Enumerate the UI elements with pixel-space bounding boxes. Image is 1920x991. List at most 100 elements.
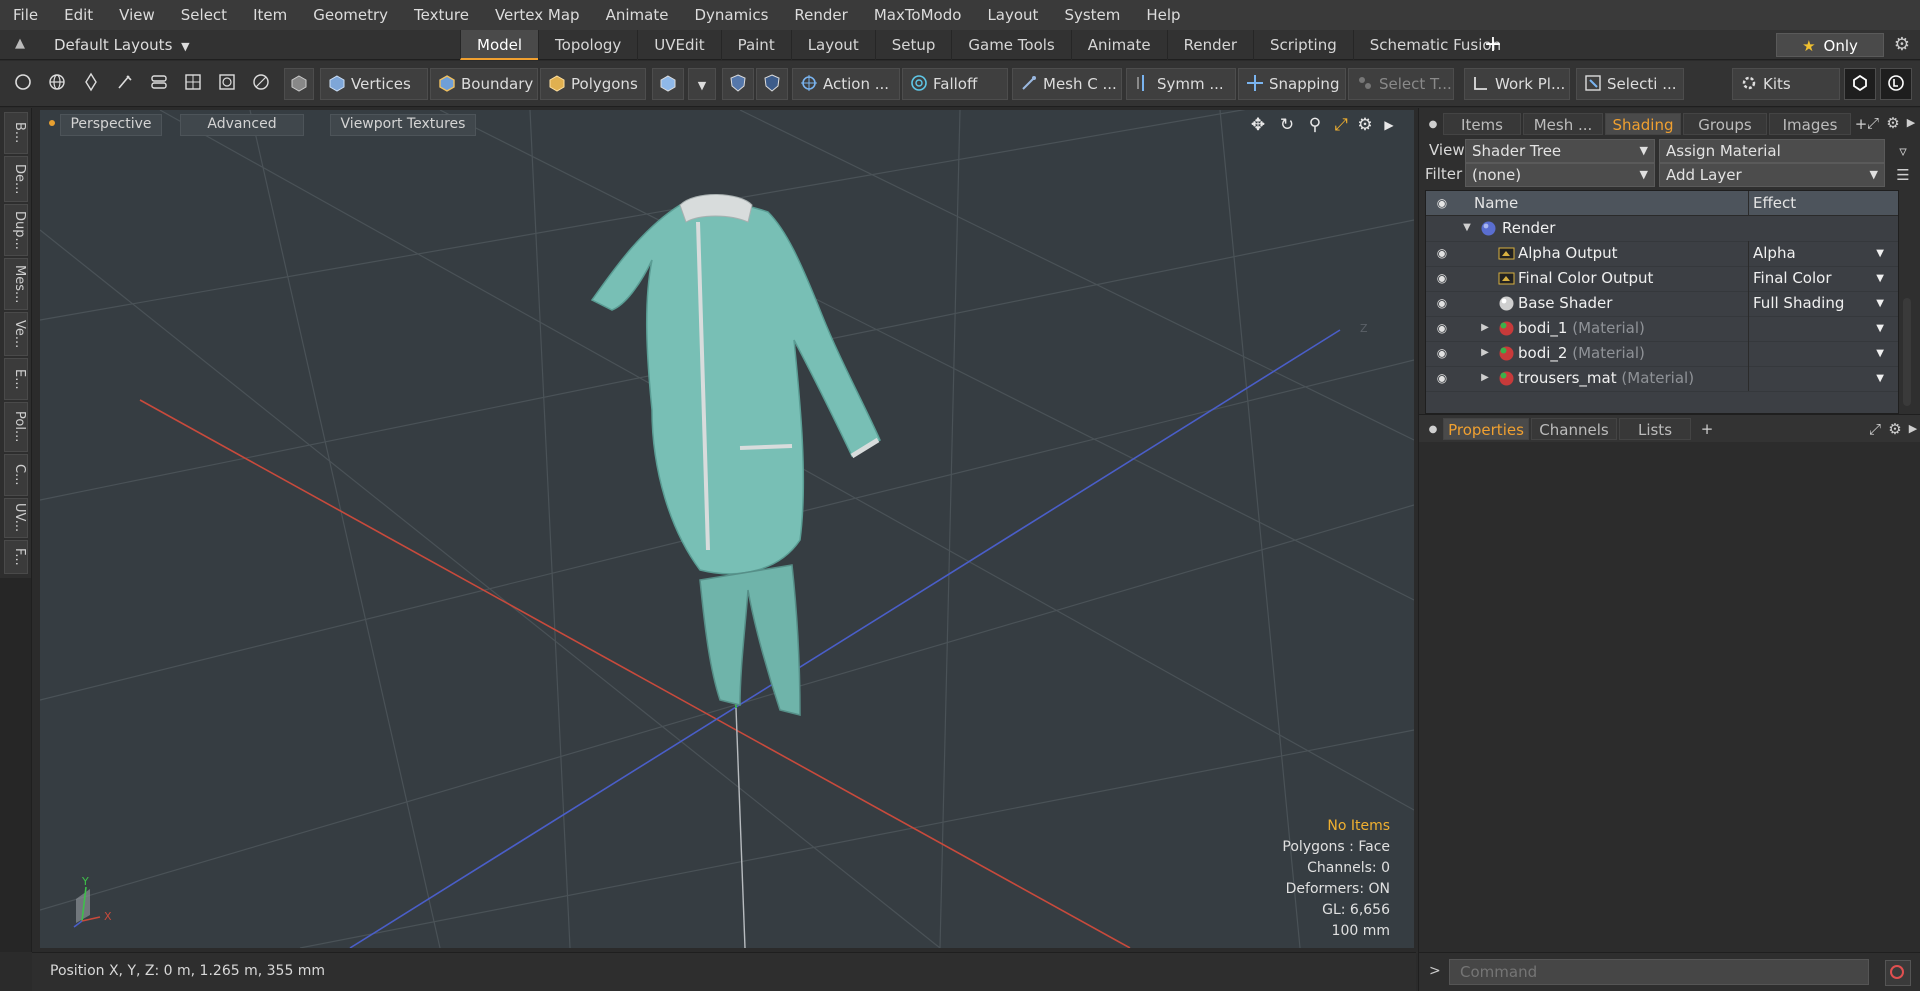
left-tab-basic[interactable]: B... (4, 112, 28, 154)
symmetry-shield-icon[interactable] (722, 68, 754, 100)
menu-item[interactable]: Item (240, 0, 300, 30)
tree-row-base-shader[interactable]: ◉ Base Shader Full Shading ▼ (1426, 291, 1898, 317)
mesh-constraint-button[interactable]: Mesh C ... (1012, 68, 1122, 100)
3d-viewport[interactable]: Perspective Advanced Viewport Textures ✥… (40, 110, 1414, 948)
maximize-viewport-icon[interactable]: ⤢ (1330, 114, 1352, 136)
command-input[interactable] (1449, 959, 1869, 985)
effect-dropdown[interactable]: Full Shading ▼ (1748, 291, 1888, 316)
add-layer-dropdown[interactable]: Add Layer ▼ (1659, 163, 1885, 187)
tree-scrollbar[interactable] (1903, 298, 1911, 406)
tab-scripting[interactable]: Scripting (1253, 30, 1353, 60)
pan-move-icon[interactable]: ✥ (1247, 114, 1269, 136)
expand-right-icon[interactable]: ▶ (1478, 320, 1492, 336)
effect-dropdown[interactable]: Alpha ▼ (1748, 241, 1888, 266)
loop-icon[interactable] (144, 68, 174, 100)
effect-dropdown[interactable]: Final Color ▼ (1748, 266, 1888, 291)
menu-texture[interactable]: Texture (401, 0, 482, 30)
tab-game-tools[interactable]: Game Tools (951, 30, 1070, 60)
assign-material-dropdown[interactable]: Assign Material (1659, 139, 1885, 163)
menu-help[interactable]: Help (1133, 0, 1193, 30)
menu-vertex-map[interactable]: Vertex Map (482, 0, 593, 30)
panel-gear-icon[interactable]: ⚙ (1883, 113, 1903, 133)
tab-model[interactable]: Model (460, 30, 539, 60)
globe-icon[interactable] (42, 68, 72, 100)
tab-shading[interactable]: Shading (1605, 113, 1681, 135)
tab-uvedit[interactable]: UVEdit (637, 30, 720, 60)
menu-file[interactable]: File (0, 0, 51, 30)
work-plane-button[interactable]: Work Pl... (1464, 68, 1570, 100)
material-mode-icon[interactable] (652, 68, 684, 100)
tab-topology[interactable]: Topology (538, 30, 637, 60)
left-tab-mesh-edit[interactable]: Mes... (4, 258, 28, 310)
tab-animate[interactable]: Animate (1070, 30, 1167, 60)
add-tab-button[interactable]: + (1480, 32, 1506, 58)
circle-select-icon[interactable] (8, 68, 38, 100)
menu-geometry[interactable]: Geometry (300, 0, 401, 30)
tab-mesh-ops[interactable]: Mesh ... (1523, 113, 1603, 135)
symmetry-button[interactable]: Symm ... (1126, 68, 1236, 100)
expand-down-icon[interactable]: ▼ (1460, 220, 1474, 236)
left-tab-curve[interactable]: C... (4, 454, 28, 496)
tab-render[interactable]: Render (1166, 30, 1253, 60)
expand-right-icon[interactable]: ▶ (1478, 370, 1492, 386)
character-model[interactable] (590, 194, 881, 716)
gear-icon[interactable]: ⚙ (1890, 34, 1914, 56)
rotate-view-icon[interactable]: ↻ (1276, 114, 1298, 136)
panel-menu-dot-icon[interactable]: ● (1423, 420, 1443, 440)
kits-button[interactable]: Kits (1732, 68, 1840, 100)
menu-render[interactable]: Render (781, 0, 860, 30)
menu-layout[interactable]: Layout (974, 0, 1051, 30)
left-tab-fusion[interactable]: F... (4, 540, 28, 574)
pen-tool-icon[interactable] (76, 68, 106, 100)
vertices-button[interactable]: Vertices (320, 68, 428, 100)
pop-out-icon[interactable]: ⤢ (1865, 419, 1885, 439)
tree-row-bodi-2[interactable]: ◉ ▶ bodi_2 (Material) ▼ (1426, 341, 1898, 367)
perspective-button[interactable]: Perspective (60, 114, 162, 136)
chevron-down-icon[interactable]: ▼ (688, 68, 716, 100)
effect-dropdown[interactable]: ▼ (1748, 366, 1888, 391)
left-tab-uv[interactable]: UV... (4, 498, 28, 538)
left-tab-vertex[interactable]: Ve... (4, 312, 28, 356)
left-tab-polygon[interactable]: Pol... (4, 402, 28, 452)
tree-row-alpha-output[interactable]: ◉ Alpha Output Alpha ▼ (1426, 241, 1898, 267)
panel-gear-icon[interactable]: ⚙ (1885, 419, 1905, 439)
tab-channels[interactable]: Channels (1531, 418, 1617, 440)
menu-edit[interactable]: Edit (51, 0, 106, 30)
eye-icon[interactable]: ◉ (1433, 320, 1451, 336)
pop-out-icon[interactable]: ⤢ (1863, 113, 1883, 133)
tab-items[interactable]: Items (1443, 113, 1521, 135)
left-tab-deform[interactable]: De... (4, 156, 28, 202)
tree-row-final-color-output[interactable]: ◉ Final Color Output Final Color ▼ (1426, 266, 1898, 292)
shield-icon[interactable] (756, 68, 788, 100)
viewport-gear-icon[interactable]: ⚙ (1354, 114, 1376, 136)
tree-row-render[interactable]: ▼ Render (1426, 216, 1898, 242)
list-options-icon[interactable]: ☰ (1893, 165, 1913, 185)
left-tab-duplicate[interactable]: Dup... (4, 204, 28, 256)
only-button[interactable]: ★ Only (1776, 33, 1884, 57)
tree-row-trousers-mat[interactable]: ◉ ▶ trousers_mat (Material) ▼ (1426, 366, 1898, 392)
filter-dropdown[interactable]: (none) ▼ (1465, 163, 1655, 187)
falloff-button[interactable]: Falloff (902, 68, 1008, 100)
polygons-button[interactable]: Polygons (540, 68, 646, 100)
selection-sets-button[interactable]: Selecti ... (1576, 68, 1684, 100)
tab-images[interactable]: Images (1769, 113, 1851, 135)
tab-paint[interactable]: Paint (720, 30, 791, 60)
collapse-up-icon[interactable]: ▲ (10, 36, 30, 54)
panel-expand-icon[interactable]: ▶ (1903, 419, 1920, 439)
tree-row-bodi-1[interactable]: ◉ ▶ bodi_1 (Material) ▼ (1426, 316, 1898, 342)
box-select-icon[interactable] (212, 68, 242, 100)
brush-icon[interactable] (110, 68, 140, 100)
menu-maxtomodo[interactable]: MaxToModo (861, 0, 975, 30)
eye-icon[interactable]: ◉ (1433, 270, 1451, 286)
menu-system[interactable]: System (1051, 0, 1133, 30)
select-through-button[interactable]: Select T... (1348, 68, 1454, 100)
effect-column-header[interactable]: Effect (1748, 191, 1893, 216)
menu-view[interactable]: View (106, 0, 168, 30)
action-center-button[interactable]: Action ... (792, 68, 900, 100)
effect-dropdown[interactable]: ▼ (1748, 316, 1888, 341)
zoom-magnifier-icon[interactable]: ⚲ (1304, 114, 1326, 136)
layout-preset-dropdown[interactable]: Default Layouts ▼ (44, 34, 200, 56)
unreal-icon[interactable] (1880, 68, 1912, 100)
advanced-shading-button[interactable]: Advanced (180, 114, 304, 136)
view-dropdown[interactable]: Shader Tree ▼ (1465, 139, 1655, 163)
